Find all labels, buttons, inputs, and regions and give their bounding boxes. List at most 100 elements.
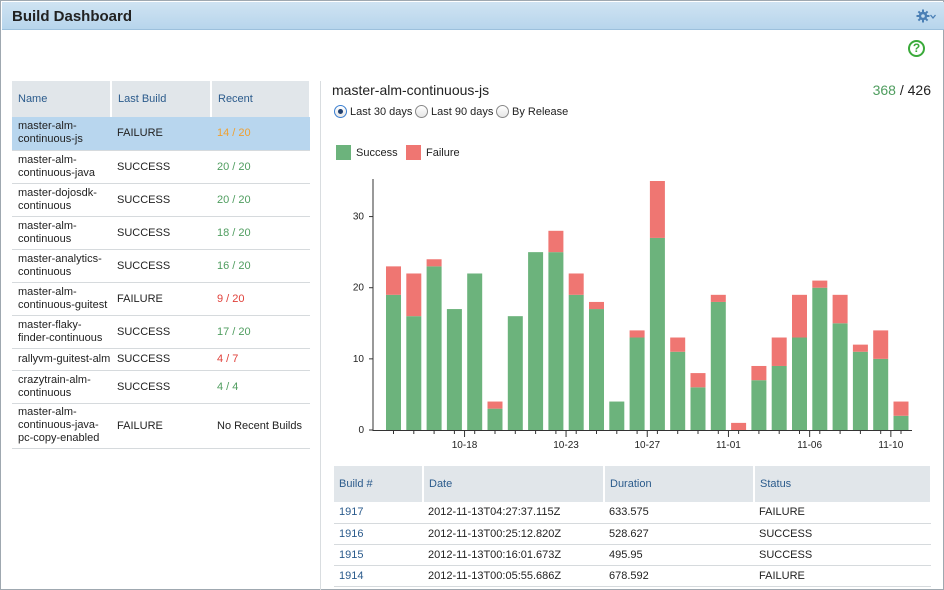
bar-failure [690,373,706,388]
build-history-table: Build # Date Duration Status 1917 2012-11… [334,466,932,587]
column-header-name[interactable]: Name [12,81,112,117]
success-count: 368 [872,82,896,98]
y-tick-label: 30 [353,212,365,223]
job-name-cell[interactable]: master-flaky-finder-continuous [12,315,111,349]
history-row[interactable]: 1917 2012-11-13T04:27:37.115Z 633.575 FAILU… [334,502,931,524]
last-build-cell: SUCCESS [111,183,211,217]
build-job-row[interactable]: master-alm-continuous SUCCESS 18 / 20 [12,216,310,250]
range-option-last-30-days[interactable]: Last 30 days [334,105,412,118]
legend-swatch-success [336,145,351,160]
radio-icon[interactable] [415,105,428,118]
history-row[interactable]: 1916 2012-11-13T00:25:12.820Z 528.627 SUCCE… [334,523,931,545]
build-job-row[interactable]: master-flaky-finder-continuous SUCCESS 17 … [12,315,310,349]
range-option-by-release[interactable]: By Release [496,105,568,118]
recent-cell: 4 / 4 [211,370,310,404]
bar-success [893,415,909,430]
column-header-build-number[interactable]: Build # [334,466,424,502]
job-name-cell[interactable]: master-alm-continuous-java-pc-copy-enabl… [12,403,111,449]
build-number-link[interactable]: 1916 [334,523,423,545]
recent-cell: 18 / 20 [211,216,310,250]
bar-success [528,252,544,430]
builds-table: Name Last Build Recent master-alm-contin… [12,81,311,449]
status-cell: SUCCESS [754,523,931,545]
build-number-link[interactable]: 1917 [334,502,423,524]
bar-failure [731,422,747,430]
x-tick-label: 11-06 [797,440,822,451]
bar-failure [487,401,503,409]
selected-job-name: master-alm-continuous-js [332,82,490,98]
build-job-row[interactable]: crazytrain-alm-continuous SUCCESS 4 / 4 [12,370,310,404]
job-name-cell[interactable]: master-dojosdk-continuous [12,183,111,217]
bar-success [548,252,564,430]
history-row[interactable]: 1915 2012-11-13T00:16:01.673Z 495.95 SUCCES… [334,544,931,566]
build-number-link[interactable]: 1914 [334,565,423,587]
legend-swatch-failure [406,145,421,160]
job-name-cell[interactable]: crazytrain-alm-continuous [12,370,111,404]
date-cell: 2012-11-13T04:27:37.115Z [423,502,604,524]
job-name-cell[interactable]: master-alm-continuous-js [12,117,111,151]
build-counts: 368 / 426 [873,82,931,98]
status-cell: FAILURE [754,565,931,587]
bar-failure [771,337,787,366]
status-cell: FAILURE [754,502,931,524]
radio-selected-icon[interactable] [334,105,347,118]
build-job-row[interactable]: rallyvm-guitest-alm SUCCESS 4 / 7 [12,348,310,371]
bar-failure [832,294,848,324]
duration-cell: 633.575 [604,502,754,524]
job-name-cell[interactable]: master-alm-continuous-java [12,150,111,184]
column-header-duration[interactable]: Duration [604,466,755,502]
job-name-cell[interactable]: master-alm-continuous-guitest [12,282,111,316]
bar-failure [426,259,442,267]
build-job-row[interactable]: master-alm-continuous-js FAILURE 14 / 20 [12,117,310,151]
duration-cell: 495.95 [604,544,754,566]
bar-success [386,294,401,430]
bar-success [629,337,645,430]
page-title: Build Dashboard [12,8,133,25]
recent-cell: 4 / 7 [211,348,310,371]
bar-failure [893,401,909,416]
build-job-row[interactable]: master-dojosdk-continuous SUCCESS 20 / 20 [12,183,310,217]
job-name-cell[interactable]: master-analytics-continuous [12,249,111,283]
history-row[interactable]: 1914 2012-11-13T00:05:55.686Z 678.592 FAILU… [334,565,931,587]
recent-cell: 20 / 20 [211,150,310,184]
bar-success [406,316,422,430]
column-header-recent[interactable]: Recent [211,81,311,117]
bar-success [507,316,523,430]
job-name-cell[interactable]: master-alm-continuous [12,216,111,250]
radio-icon[interactable] [496,105,509,118]
bar-failure [670,337,686,352]
last-build-cell: SUCCESS [111,315,211,349]
last-build-cell: FAILURE [111,282,211,316]
build-job-row[interactable]: master-alm-continuous-java-pc-copy-enabl… [12,403,310,449]
duration-cell: 528.627 [604,523,754,545]
column-header-date[interactable]: Date [423,466,605,502]
panel-divider [320,81,321,590]
status-cell: SUCCESS [754,544,931,566]
legend-failure: Failure [406,145,460,160]
dashboard-window: Build Dashboard ? Name Last Build Recent… [0,0,944,590]
date-cell: 2012-11-13T00:25:12.820Z [423,523,604,545]
build-job-row[interactable]: master-analytics-continuous SUCCESS 16 / 2… [12,249,310,283]
last-build-cell: FAILURE [111,117,211,151]
bar-success [832,323,848,430]
range-option-last-90-days[interactable]: Last 90 days [415,105,493,118]
last-build-cell: SUCCESS [111,348,211,371]
column-header-status[interactable]: Status [754,466,932,502]
gear-icon[interactable] [916,8,936,24]
build-job-row[interactable]: master-alm-continuous-java SUCCESS 20 / 20 [12,150,310,184]
legend-success: Success [336,145,398,160]
bar-failure [589,301,604,310]
column-header-last-build[interactable]: Last Build [111,81,212,117]
bar-failure [792,294,807,338]
count-separator: / [895,82,908,98]
bar-success [426,266,442,430]
build-number-link[interactable]: 1915 [334,544,423,566]
recent-cell: 9 / 20 [211,282,310,316]
x-tick-label: 10-18 [452,440,478,451]
job-name-cell[interactable]: rallyvm-guitest-alm [12,348,111,371]
recent-cell: 17 / 20 [211,315,310,349]
help-icon[interactable]: ? [908,40,925,57]
bar-success [792,337,807,430]
build-job-row[interactable]: master-alm-continuous-guitest FAILURE 9 / … [12,282,310,316]
y-tick-label: 10 [353,354,365,365]
